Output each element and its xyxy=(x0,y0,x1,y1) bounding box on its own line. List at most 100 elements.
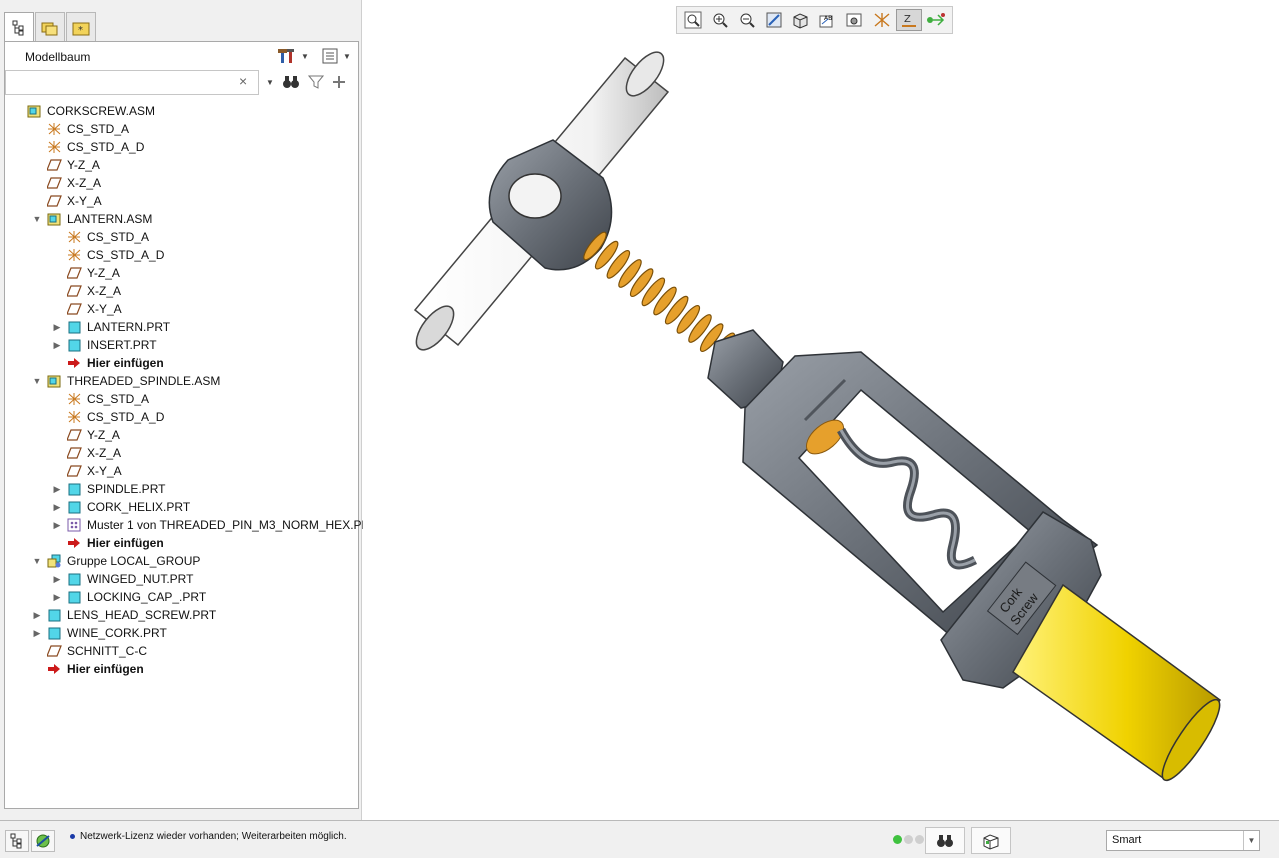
clear-search-icon[interactable]: × xyxy=(239,73,247,89)
model-tree-icon xyxy=(10,833,22,849)
tree-node[interactable]: Y-Z_A xyxy=(5,426,358,444)
add-icon[interactable] xyxy=(332,75,346,89)
datum-plane-icon xyxy=(66,428,82,442)
tree-node[interactable]: ▼ Gruppe LOCAL_GROUP xyxy=(5,552,358,570)
tree-node[interactable]: X-Y_A xyxy=(5,192,358,210)
tree-node[interactable]: ▶ LOCKING_CAP_.PRT xyxy=(5,588,358,606)
search-row: × ▼ xyxy=(5,70,358,98)
collapse-arrow-icon[interactable]: ▶ xyxy=(52,336,62,354)
csys-icon xyxy=(67,392,82,406)
show-tool[interactable]: ▼ xyxy=(321,46,351,66)
toggle-browser-button[interactable] xyxy=(31,830,55,852)
group-icon xyxy=(47,554,62,568)
tree-node-label: CORK_HELIX.PRT xyxy=(87,500,191,514)
datum-plane-icon xyxy=(66,302,82,316)
datum-plane-icon xyxy=(46,176,62,190)
tree-node-label: Hier einfügen xyxy=(87,356,164,370)
tab-favorites[interactable]: * xyxy=(66,12,96,42)
assembly-icon xyxy=(47,212,62,226)
expand-arrow-icon[interactable]: ▼ xyxy=(32,552,42,570)
chevron-down-icon: ▼ xyxy=(1243,831,1259,850)
wine-cork[interactable] xyxy=(1012,583,1228,787)
tree-node[interactable]: CS_STD_A_D xyxy=(5,246,358,264)
status-bar: Netzwerk-Lizenz wieder vorhanden; Weiter… xyxy=(0,820,1279,858)
tree-node[interactable]: Hier einfügen xyxy=(5,660,358,678)
part-icon xyxy=(67,482,82,496)
selection-box-button[interactable] xyxy=(971,827,1011,854)
tree-node[interactable]: CS_STD_A_D xyxy=(5,408,358,426)
settings-tool[interactable]: ▼ xyxy=(277,46,309,66)
tree-node[interactable]: SCHNITT_C-C xyxy=(5,642,358,660)
tree-node[interactable]: CS_STD_A xyxy=(5,228,358,246)
panel-title: Modellbaum xyxy=(25,50,91,64)
tree-node[interactable]: X-Z_A xyxy=(5,444,358,462)
tree-node[interactable]: ▶ SPINDLE.PRT xyxy=(5,480,358,498)
tree-node-label: LENS_HEAD_SCREW.PRT xyxy=(67,608,217,622)
datum-plane-icon xyxy=(66,266,82,280)
chevron-down-icon[interactable]: ▼ xyxy=(266,78,274,87)
tree-node[interactable]: X-Z_A xyxy=(5,282,358,300)
collapse-arrow-icon[interactable]: ▶ xyxy=(52,588,62,606)
tab-folder-browser[interactable] xyxy=(35,12,65,42)
toggle-navigator-button[interactable] xyxy=(5,830,29,852)
tree-node[interactable]: ▶ LENS_HEAD_SCREW.PRT xyxy=(5,606,358,624)
search-input[interactable] xyxy=(5,70,259,95)
tree-node[interactable]: CS_STD_A xyxy=(5,120,358,138)
filter-icon[interactable] xyxy=(307,74,324,90)
tree-node[interactable]: CORKSCREW.ASM xyxy=(5,102,358,120)
tree-node[interactable]: Y-Z_A xyxy=(5,156,358,174)
assembly-icon xyxy=(27,104,42,118)
favorites-folder-icon: * xyxy=(72,22,90,36)
tree-node[interactable]: ▶ WINGED_NUT.PRT xyxy=(5,570,358,588)
tree-node[interactable]: ▶ Muster 1 von THREADED_PIN_M3_NORM_HEX.P… xyxy=(5,516,378,534)
binoculars-icon xyxy=(937,834,953,847)
tree-node[interactable]: ▶ WINE_CORK.PRT xyxy=(5,624,358,642)
tree-node[interactable]: ▶ LANTERN.PRT xyxy=(5,318,358,336)
selection-filter-select[interactable]: Smart ▼ xyxy=(1106,830,1260,851)
tree-node[interactable]: X-Y_A xyxy=(5,462,358,480)
folder-browser-icon xyxy=(41,22,58,35)
tree-node-label: CS_STD_A xyxy=(67,122,130,136)
tree-node[interactable]: X-Z_A xyxy=(5,174,358,192)
tree-node-label: Hier einfügen xyxy=(87,536,164,550)
svg-text:*: * xyxy=(78,25,83,36)
csys-icon xyxy=(67,410,82,424)
graphics-window[interactable]: AB Z Cork Screw xyxy=(363,0,1279,820)
tree-node-label: LANTERN.ASM xyxy=(67,212,153,226)
collapse-arrow-icon[interactable]: ▶ xyxy=(32,624,42,642)
tree-node[interactable]: ▼ LANTERN.ASM xyxy=(5,210,358,228)
collapse-arrow-icon[interactable]: ▶ xyxy=(52,498,62,516)
tree-node[interactable]: ▼ THREADED_SPINDLE.ASM xyxy=(5,372,358,390)
tree-node-label: Y-Z_A xyxy=(87,266,120,280)
datum-plane-icon xyxy=(46,194,62,208)
tree-node[interactable]: ▶ INSERT.PRT xyxy=(5,336,358,354)
tree-node-label: CS_STD_A_D xyxy=(87,410,165,424)
tree-node[interactable]: CS_STD_A xyxy=(5,390,358,408)
tree-node[interactable]: CS_STD_A_D xyxy=(5,138,358,156)
tree-node-label: X-Y_A xyxy=(87,302,122,316)
message-bullet-icon xyxy=(70,833,75,839)
expand-arrow-icon[interactable]: ▼ xyxy=(32,372,42,390)
collapse-arrow-icon[interactable]: ▶ xyxy=(52,516,62,534)
find-button[interactable] xyxy=(925,827,965,854)
tree-header: Modellbaum ▼ ▼ xyxy=(5,42,358,70)
tree-node[interactable]: Hier einfügen xyxy=(5,534,358,552)
collapse-arrow-icon[interactable]: ▶ xyxy=(52,570,62,588)
tab-model-tree[interactable] xyxy=(4,12,34,42)
tree-node-label: CS_STD_A_D xyxy=(67,140,145,154)
expand-arrow-icon[interactable]: ▼ xyxy=(32,210,42,228)
tree-node[interactable]: X-Y_A xyxy=(5,300,358,318)
binoculars-icon[interactable] xyxy=(282,74,300,90)
datum-plane-icon xyxy=(46,158,62,172)
datum-plane-icon xyxy=(46,644,62,658)
model-tree: Modellbaum ▼ ▼ × ▼ CORKSCREW.ASM CS_STD_A… xyxy=(4,41,378,809)
insert-arrow-icon xyxy=(67,356,82,370)
collapse-arrow-icon[interactable]: ▶ xyxy=(32,606,42,624)
collapse-arrow-icon[interactable]: ▶ xyxy=(52,318,62,336)
tree-node[interactable]: Hier einfügen xyxy=(5,354,358,372)
tree-node-label: SPINDLE.PRT xyxy=(87,482,166,496)
corkscrew-model-view[interactable]: Cork Screw xyxy=(363,0,1279,820)
tree-node[interactable]: Y-Z_A xyxy=(5,264,358,282)
tree-node[interactable]: ▶ CORK_HELIX.PRT xyxy=(5,498,358,516)
collapse-arrow-icon[interactable]: ▶ xyxy=(52,480,62,498)
